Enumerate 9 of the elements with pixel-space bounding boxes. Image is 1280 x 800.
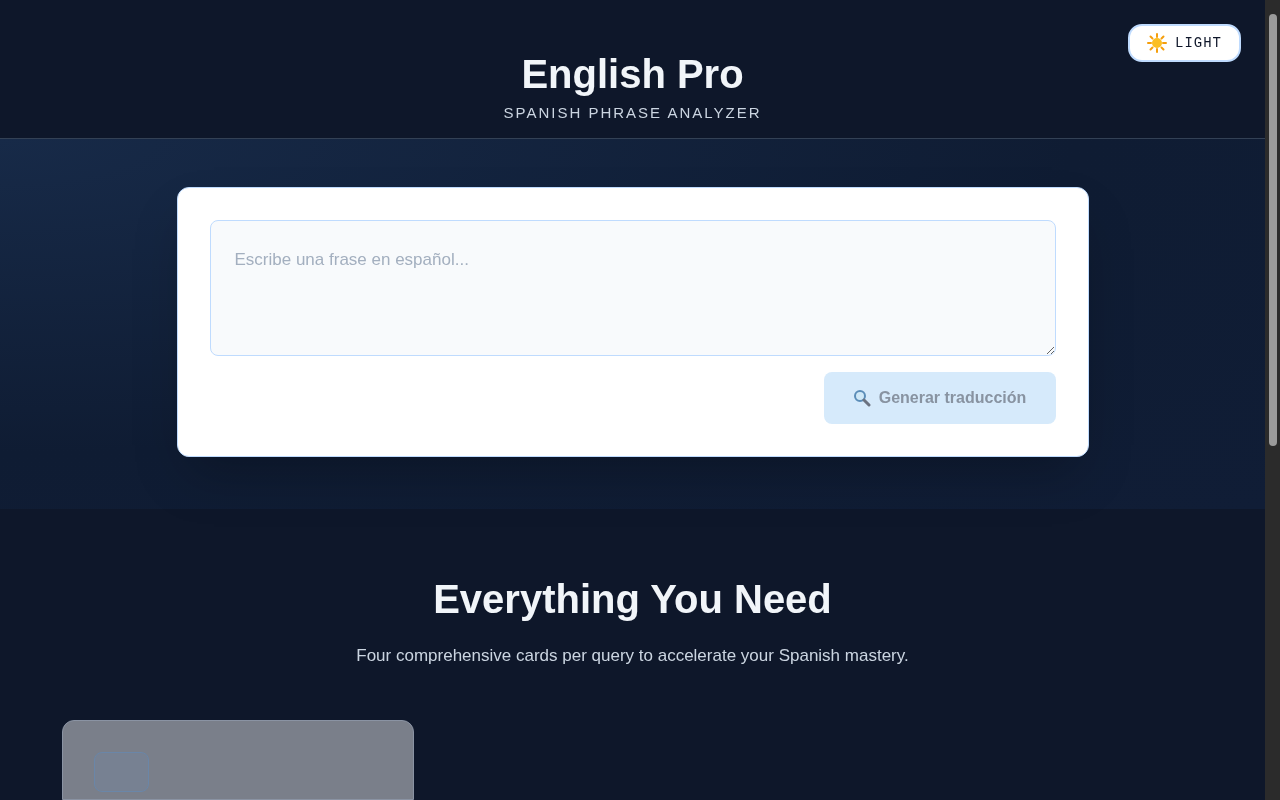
app-subtitle: SPANISH PHRASE ANALYZER [503,103,762,123]
phrase-input-field[interactable]: Escribe una frase en español... [209,220,1056,357]
search-icon [852,389,871,408]
features-heading: Everything You Need [433,575,832,623]
sun-icon [1147,33,1167,53]
app-title: English Pro [521,51,744,98]
theme-toggle-button[interactable]: LIGHT [1128,24,1241,62]
feature-icon [94,752,149,792]
features-description: Four comprehensive cards per query to accelerate your Spanish mastery. [356,644,909,667]
